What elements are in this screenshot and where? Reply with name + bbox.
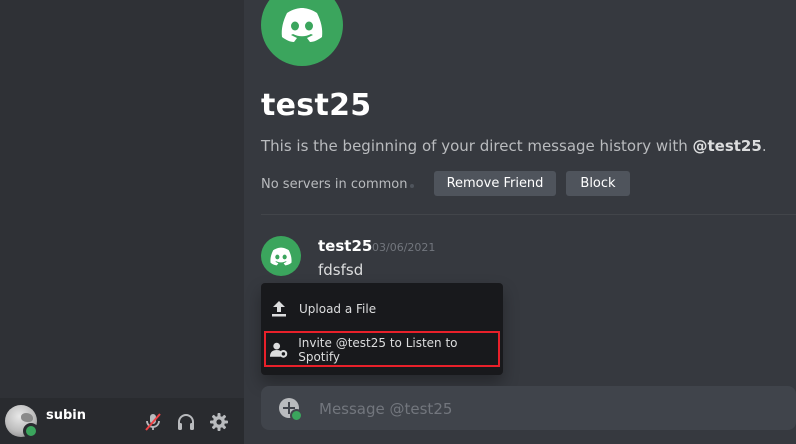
- discord-logo-icon: [281, 8, 323, 42]
- channel-title: test25: [261, 88, 372, 123]
- mutual-servers-text: No servers in common: [261, 177, 408, 192]
- divider: [261, 214, 796, 215]
- message-content: fdsfsd: [318, 261, 364, 279]
- sidebar: subin: [0, 0, 244, 444]
- upload-icon: [272, 301, 286, 317]
- message-composer: [261, 386, 796, 432]
- online-status-icon: [23, 423, 39, 439]
- user-avatar[interactable]: [5, 405, 39, 439]
- headphones-icon[interactable]: [176, 412, 196, 432]
- message-avatar[interactable]: [261, 236, 301, 276]
- block-button[interactable]: Block: [566, 171, 630, 196]
- mute-mic-icon[interactable]: [143, 412, 163, 432]
- username: subin: [46, 408, 87, 423]
- attach-menu: Upload a File Invite @test25 to Listen t…: [261, 283, 503, 375]
- gear-icon[interactable]: [209, 412, 229, 432]
- upload-file-menu-item[interactable]: Upload a File: [269, 293, 495, 325]
- message-author[interactable]: test25: [318, 237, 372, 255]
- dm-channel: test25 This is the beginning of your dir…: [244, 0, 796, 444]
- user-panel: subin: [0, 398, 244, 444]
- add-attachment-icon[interactable]: [279, 398, 303, 422]
- remove-friend-button[interactable]: Remove Friend: [434, 171, 556, 196]
- message-input[interactable]: [317, 386, 771, 432]
- upload-file-label: Upload a File: [299, 302, 377, 316]
- separator-dot: [410, 184, 414, 188]
- channel-avatar: [261, 0, 343, 66]
- highlight-outline: [264, 331, 500, 367]
- discord-logo-icon: [270, 247, 292, 265]
- dm-intro-text: This is the beginning of your direct mes…: [261, 137, 767, 155]
- message-timestamp: 03/06/2021: [372, 241, 436, 254]
